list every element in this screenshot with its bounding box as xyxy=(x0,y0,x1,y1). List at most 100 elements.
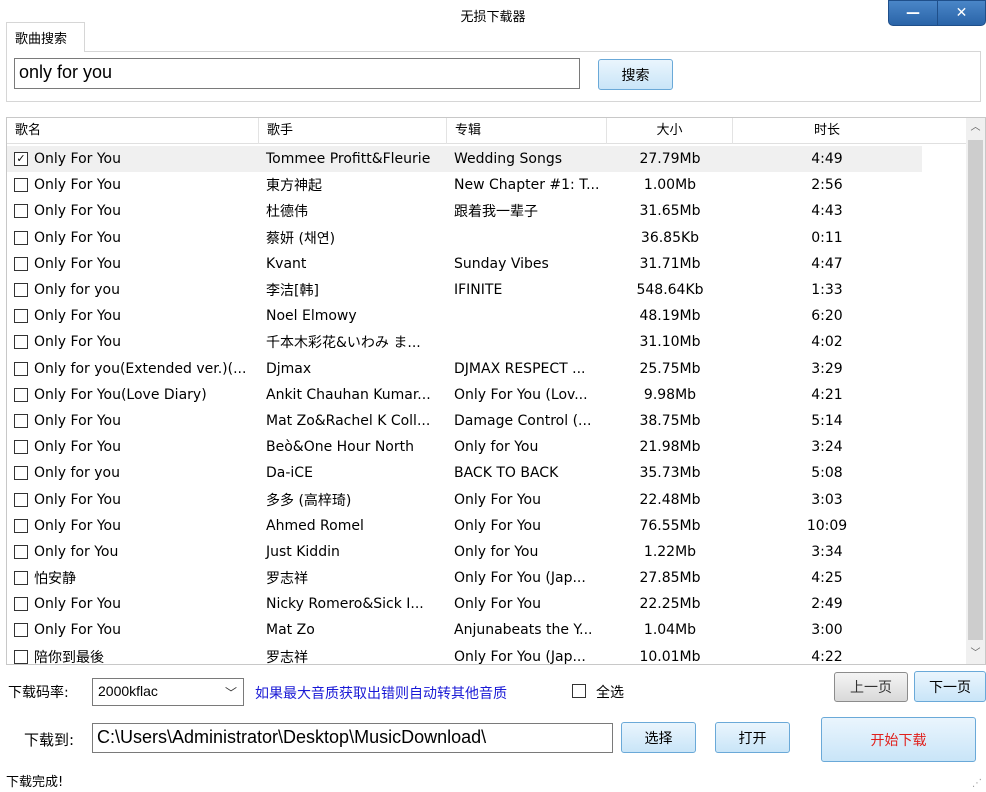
scroll-down-icon[interactable]: ﹀ xyxy=(966,644,985,664)
scroll-up-icon[interactable]: ︿ xyxy=(966,118,985,138)
cell-name: Only For You xyxy=(7,439,259,455)
close-icon: ✕ xyxy=(955,5,968,21)
resize-grip-icon[interactable]: ⋰ xyxy=(972,778,982,789)
cell-album: DJMAX RESPECT ... xyxy=(454,360,586,377)
start-download-button[interactable]: 开始下载 xyxy=(821,717,976,762)
cell-name: Only For You xyxy=(7,492,259,508)
table-row[interactable]: Only For You Kvant Sunday Vibes 31.71Mb 4:47 xyxy=(7,251,967,277)
table-row[interactable]: ✓ Only For You Tommee Profitt&Fleurie Weddi… xyxy=(7,146,922,173)
cell-duration: 4:25 xyxy=(811,570,843,587)
select-all-checkbox[interactable] xyxy=(572,684,586,698)
cell-artist: Mat Zo&Rachel K Coll... xyxy=(266,412,431,429)
row-checkbox[interactable] xyxy=(14,544,28,559)
cell-album: Only for You xyxy=(454,439,539,456)
table-row[interactable]: Only For You Noel Elmowy 48.19Mb 6:20 xyxy=(7,303,967,329)
row-checkbox[interactable] xyxy=(14,623,28,638)
table-row[interactable]: Only For You 多多 (高梓琦) Only For You 22.48Mb 3… xyxy=(7,486,967,512)
cell-size: 1.04Mb xyxy=(643,622,697,639)
cell-album: Only For You (Jap... xyxy=(454,648,586,665)
table-row[interactable]: Only For You Ahmed Romel Only For You 76.55… xyxy=(7,513,967,539)
row-checkbox[interactable] xyxy=(14,387,28,402)
song-name: Only For You xyxy=(34,255,121,272)
cell-album: Only For You xyxy=(454,596,541,613)
cell-name: Only For You xyxy=(7,622,259,638)
row-checkbox[interactable] xyxy=(14,256,28,271)
row-checkbox[interactable] xyxy=(14,309,28,324)
cell-size: 31.71Mb xyxy=(639,255,701,272)
cell-size: 27.85Mb xyxy=(639,570,701,587)
search-button[interactable]: 搜索 xyxy=(598,59,673,90)
header-album[interactable]: 专辑 xyxy=(447,118,607,144)
cell-size: 25.75Mb xyxy=(639,360,701,377)
minimize-button[interactable]: — xyxy=(888,0,938,26)
row-checkbox[interactable] xyxy=(14,518,28,533)
table-row[interactable]: Only For You Beò&One Hour North Only for Y… xyxy=(7,434,967,460)
header-artist[interactable]: 歌手 xyxy=(259,118,447,144)
row-checkbox[interactable] xyxy=(14,440,28,455)
cell-artist: 東方神起 xyxy=(266,178,322,195)
row-checkbox[interactable] xyxy=(14,204,28,219)
cell-duration: 3:29 xyxy=(811,360,843,377)
table-row[interactable]: Only For You 杜德伟 跟着我一辈子 31.65Mb 4:43 xyxy=(7,198,967,224)
cell-album: Sunday Vibes xyxy=(454,255,549,272)
table-row[interactable]: Only For You 蔡妍 (채연) 36.85Kb 0:11 xyxy=(7,225,967,251)
table-row[interactable]: Only for you Da-iCE BACK TO BACK 35.73Mb 5:0… xyxy=(7,460,967,486)
cell-duration: 4:21 xyxy=(811,386,843,403)
cell-duration: 6:20 xyxy=(811,308,843,325)
table-row[interactable]: Only for you 李洁[韩] IFINITE 548.64Kb 1:33 xyxy=(7,277,967,303)
song-name: 怕安静 xyxy=(34,571,76,588)
vertical-scrollbar[interactable]: ︿ ﹀ xyxy=(966,118,985,664)
cell-name: Only for you xyxy=(7,465,259,481)
cell-duration: 2:56 xyxy=(811,177,843,194)
table-row[interactable]: Only for You Just Kiddin Only for You 1.22M… xyxy=(7,539,967,565)
header-size[interactable]: 大小 xyxy=(607,118,733,144)
row-checkbox[interactable] xyxy=(14,466,28,481)
table-row[interactable]: Only For You Mat Zo Anjunabeats the Y... 1.… xyxy=(7,617,967,643)
table-row[interactable]: 怕安静 罗志祥 Only For You (Jap... 27.85Mb 4:25 xyxy=(7,565,967,591)
song-name: Only for you xyxy=(34,282,120,299)
cell-size: 36.85Kb xyxy=(640,229,700,246)
close-button[interactable]: ✕ xyxy=(938,0,986,26)
cell-album: Only For You (Jap... xyxy=(454,570,586,587)
cell-duration: 5:08 xyxy=(811,465,843,482)
cell-name: Only for You xyxy=(7,544,259,560)
bitrate-select[interactable]: 2000kflac ﹀ xyxy=(92,678,244,706)
table-row[interactable]: 陪你到最後 罗志祥 Only For You (Jap... 10.01Mb 4:22 xyxy=(7,644,967,665)
table-row[interactable]: Only For You 東方神起 New Chapter #1: T... 1.00… xyxy=(7,172,967,198)
open-folder-button[interactable]: 打开 xyxy=(715,722,790,753)
scroll-thumb[interactable] xyxy=(968,140,983,640)
table-row[interactable]: Only for you(Extended ver.)(... Djmax DJMA… xyxy=(7,356,967,382)
row-checkbox[interactable] xyxy=(14,283,28,298)
prev-page-button[interactable]: 上一页 xyxy=(834,672,908,702)
search-input[interactable]: only for you xyxy=(14,58,580,89)
row-checkbox[interactable] xyxy=(14,597,28,612)
row-checkbox[interactable] xyxy=(14,649,28,664)
header-duration[interactable]: 时长 xyxy=(733,118,921,144)
cell-size: 76.55Mb xyxy=(639,517,701,534)
next-page-button[interactable]: 下一页 xyxy=(914,671,986,702)
tab-song-search[interactable]: 歌曲搜索 xyxy=(6,22,85,52)
row-checkbox[interactable] xyxy=(14,335,28,350)
cell-artist: 李洁[韩] xyxy=(266,283,319,300)
row-checkbox[interactable] xyxy=(14,571,28,586)
table-row[interactable]: Only For You Mat Zo&Rachel K Coll... Damag… xyxy=(7,408,967,434)
chevron-down-icon: ﹀ xyxy=(224,686,237,700)
cell-artist: 多多 (高梓琦) xyxy=(266,492,352,509)
row-checkbox[interactable] xyxy=(14,413,28,428)
row-checkbox-checked[interactable]: ✓ xyxy=(14,152,28,167)
cell-name: Only for you xyxy=(7,282,259,298)
header-name[interactable]: 歌名 xyxy=(7,118,259,144)
cell-album: Only For You xyxy=(454,491,541,508)
select-all-label[interactable]: 全选 xyxy=(596,682,624,702)
cell-duration: 1:33 xyxy=(811,282,843,299)
table-row[interactable]: Only For You(Love Diary) Ankit Chauhan Ku… xyxy=(7,382,967,408)
row-checkbox[interactable] xyxy=(14,178,28,193)
row-checkbox[interactable] xyxy=(14,361,28,376)
row-checkbox[interactable] xyxy=(14,492,28,507)
row-checkbox[interactable] xyxy=(14,230,28,245)
table-row[interactable]: Only For You 千本木彩花&いわみ ま... 31.10Mb 4:02 xyxy=(7,329,967,355)
song-name: Only For You xyxy=(34,491,121,508)
choose-folder-button[interactable]: 选择 xyxy=(621,722,696,753)
download-path-input[interactable]: C:\Users\Administrator\Desktop\MusicDown… xyxy=(92,723,613,753)
table-row[interactable]: Only For You Nicky Romero&Sick I... Only F… xyxy=(7,591,967,617)
